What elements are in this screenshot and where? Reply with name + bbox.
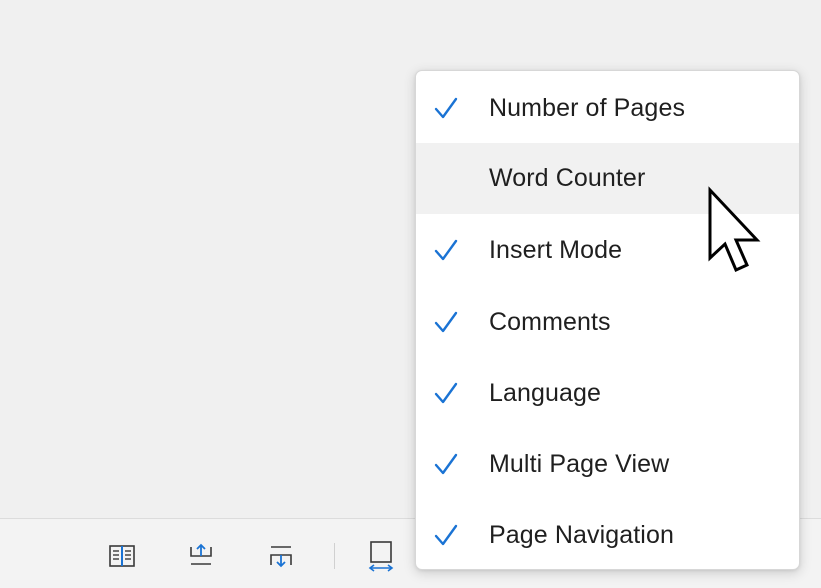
page-up-icon[interactable]	[184, 539, 218, 573]
checkmark-icon	[434, 453, 458, 475]
menu-item-page-navigation[interactable]: Page Navigation	[416, 500, 799, 571]
fit-width-icon[interactable]	[364, 539, 398, 573]
menu-item-label: Number of Pages	[489, 94, 686, 122]
book-view-icon[interactable]	[105, 539, 139, 573]
menu-item-comments[interactable]: Comments	[416, 287, 799, 358]
menu-item-label: Insert Mode	[489, 236, 623, 264]
menu-item-multi-page-view[interactable]: Multi Page View	[416, 429, 799, 500]
checkmark-icon	[434, 239, 458, 261]
statusbar-divider	[334, 543, 335, 569]
menu-item-label: Language	[489, 379, 602, 407]
menu-item-number-of-pages[interactable]: Number of Pages	[416, 73, 799, 144]
page-down-icon[interactable]	[264, 539, 298, 573]
menu-item-label: Multi Page View	[489, 450, 670, 478]
checkmark-icon	[434, 382, 458, 404]
checkmark-icon	[434, 97, 458, 119]
menu-item-word-counter[interactable]: Word Counter	[416, 143, 799, 214]
checkmark-icon	[434, 524, 458, 546]
statusbar-context-menu: Number of Pages Word Counter Insert Mode…	[415, 70, 800, 570]
menu-item-label: Word Counter	[489, 164, 646, 192]
menu-item-label: Comments	[489, 308, 611, 336]
checkmark-icon	[434, 311, 458, 333]
menu-item-insert-mode[interactable]: Insert Mode	[416, 215, 799, 286]
menu-item-language[interactable]: Language	[416, 358, 799, 429]
menu-item-label: Page Navigation	[489, 521, 674, 549]
